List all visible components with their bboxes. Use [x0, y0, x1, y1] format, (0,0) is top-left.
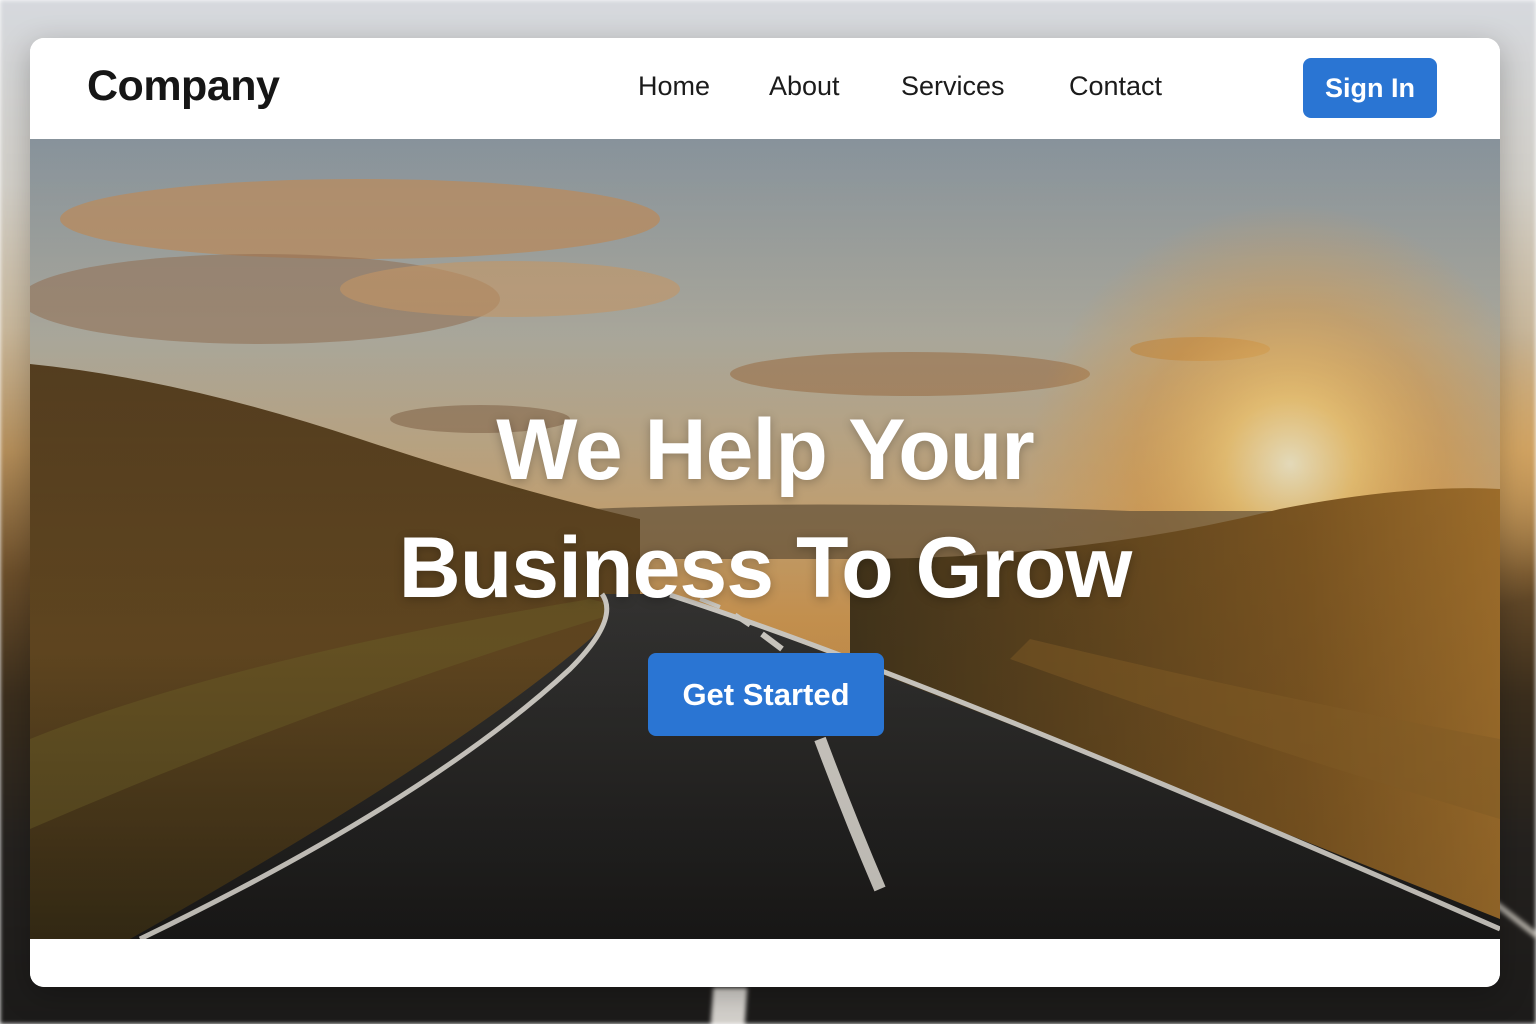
nav-about-link[interactable]: About — [769, 71, 840, 102]
card-footer — [30, 939, 1500, 987]
sign-in-button[interactable]: Sign In — [1303, 58, 1437, 118]
hero-headline-line-2: Business To Grow — [398, 520, 1133, 616]
nav-home-link[interactable]: Home — [638, 71, 710, 102]
backdrop-road-stripe — [710, 988, 748, 1024]
hero-headline: We Help Your Business To Grow — [30, 391, 1500, 627]
hero-headline-line-1: We Help Your — [496, 402, 1035, 498]
nav-services-link[interactable]: Services — [901, 71, 1005, 102]
website-card: Company Home About Services Contact Sign… — [30, 38, 1500, 987]
nav-links: Home About Services Contact — [30, 71, 1500, 107]
hero-section: We Help Your Business To Grow Get Starte… — [30, 139, 1500, 939]
get-started-button[interactable]: Get Started — [648, 653, 884, 736]
navbar: Company Home About Services Contact Sign… — [30, 38, 1500, 139]
nav-contact-link[interactable]: Contact — [1069, 71, 1162, 102]
